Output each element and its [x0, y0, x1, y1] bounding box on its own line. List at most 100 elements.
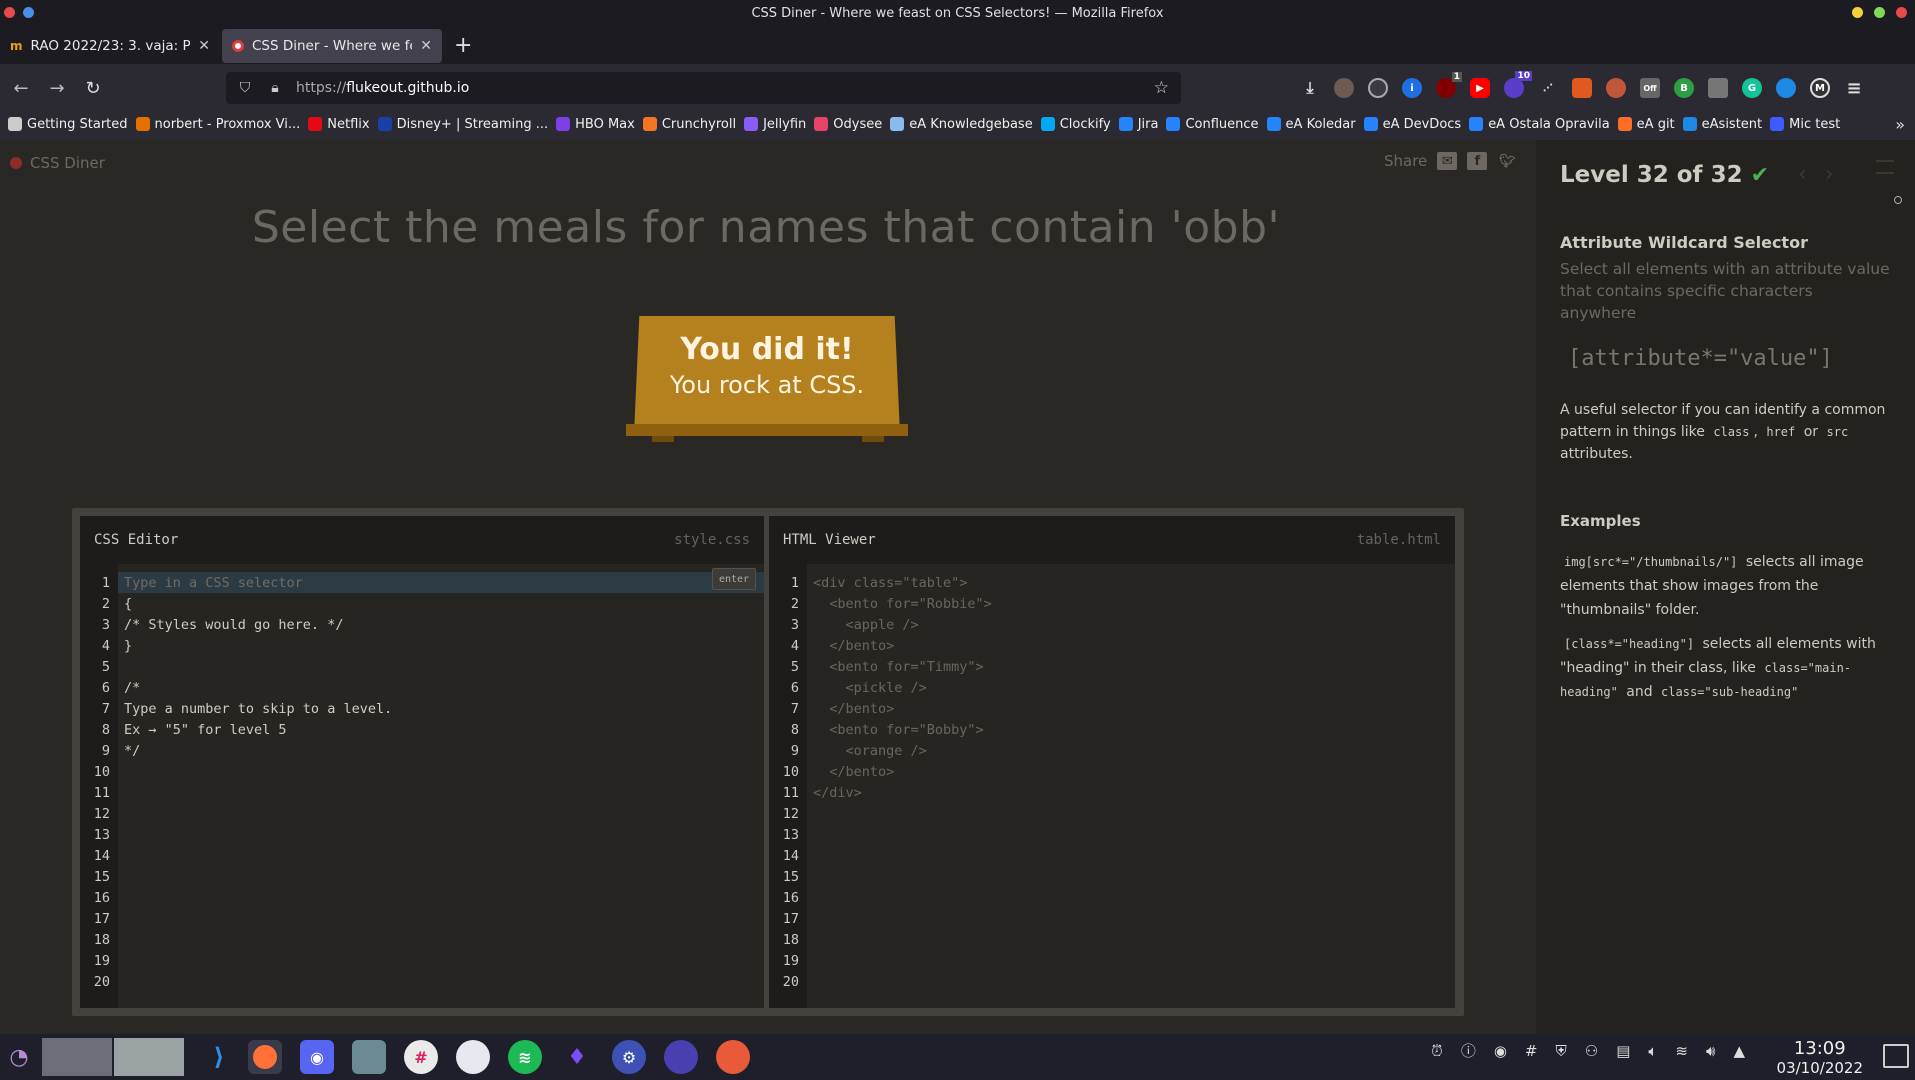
- youtube-icon[interactable]: ▶: [1470, 78, 1490, 98]
- wifi-icon[interactable]: ≋: [1675, 1042, 1688, 1060]
- back-icon[interactable]: ←: [6, 78, 36, 99]
- share-icon[interactable]: ⋰: [1538, 78, 1558, 98]
- slack-icon[interactable]: #: [404, 1040, 438, 1074]
- close-tab-icon[interactable]: ✕: [198, 38, 210, 54]
- extension-icon[interactable]: [1368, 78, 1388, 98]
- slack-tray-icon[interactable]: #: [1525, 1042, 1538, 1060]
- grid-icon[interactable]: [1708, 78, 1728, 98]
- bookmark-item[interactable]: eA Knowledgebase: [890, 117, 1033, 132]
- close-tab-icon[interactable]: ✕: [420, 38, 432, 54]
- files-icon[interactable]: [352, 1040, 386, 1074]
- netflix-icon: [308, 117, 323, 131]
- maximize-icon[interactable]: [1874, 7, 1885, 18]
- ublock-icon[interactable]: 1: [1436, 72, 1462, 98]
- brand[interactable]: CSS Diner: [10, 154, 105, 172]
- reload-icon[interactable]: ↻: [78, 78, 108, 99]
- volume-icon[interactable]: 🔈︎: [1648, 1042, 1657, 1060]
- line-text: /*: [124, 679, 141, 696]
- level-sidebar: Level 32 of 32 ✔ ‹ › Attribute Wildcard …: [1536, 140, 1915, 1034]
- bookmark-item[interactable]: Confluence: [1166, 117, 1259, 132]
- url-text[interactable]: https://flukeout.github.io: [296, 80, 469, 96]
- line-text: </bento>: [813, 763, 895, 780]
- vscode-icon[interactable]: ⟩: [202, 1040, 236, 1074]
- bookmark-item[interactable]: Mic test: [1770, 117, 1840, 132]
- bookmark-item[interactable]: Odysee: [814, 117, 882, 132]
- game-area: CSS Diner Share ✉ f 🐦︎ Select the meals …: [0, 140, 1532, 1034]
- profile-icon[interactable]: [1334, 78, 1354, 98]
- shield-icon[interactable]: ⛉: [234, 80, 256, 96]
- bookmark-item[interactable]: eAsistent: [1682, 117, 1762, 132]
- menu-icon[interactable]: ≡: [1844, 78, 1864, 99]
- close-icon[interactable]: [1896, 7, 1907, 18]
- bookmark-item[interactable]: Getting Started: [8, 117, 128, 132]
- password-icon[interactable]: i: [1402, 78, 1422, 98]
- obsidian-icon[interactable]: ♦: [560, 1040, 594, 1074]
- password-tray-icon[interactable]: ⓘ: [1461, 1040, 1476, 1061]
- workspace-2[interactable]: [114, 1038, 184, 1076]
- email-icon[interactable]: ✉: [1437, 152, 1458, 170]
- bookmark-item[interactable]: Netflix: [308, 117, 370, 132]
- next-level-icon[interactable]: ›: [1825, 162, 1834, 187]
- off-icon[interactable]: Off: [1640, 78, 1660, 98]
- tab-rao[interactable]: m RAO 2022/23: 3. vaja: Ponc ✕: [0, 29, 220, 63]
- minimize-icon[interactable]: [1852, 7, 1863, 18]
- grammarly-icon[interactable]: G: [1742, 78, 1762, 98]
- close-window-icon[interactable]: [4, 7, 15, 18]
- bookmark-item[interactable]: Jellyfin: [744, 117, 806, 132]
- twitter-icon[interactable]: 🐦︎: [1497, 152, 1517, 170]
- clock[interactable]: 13:09 03/10/2022: [1777, 1038, 1863, 1077]
- url-bar[interactable]: ⛉ 🔒︎ https://flukeout.github.io ☆: [226, 72, 1181, 104]
- b-icon[interactable]: B: [1674, 78, 1694, 98]
- speaker-icon[interactable]: 🔊︎: [1706, 1042, 1715, 1060]
- moon-icon[interactable]: [664, 1040, 698, 1074]
- download-icon[interactable]: ⤓: [1300, 78, 1320, 98]
- discord-tray-icon[interactable]: ◉: [1494, 1042, 1507, 1060]
- settings-icon[interactable]: ⚙: [612, 1040, 646, 1074]
- facebook-icon[interactable]: f: [1467, 152, 1488, 170]
- expand-tray-icon[interactable]: ▲: [1733, 1042, 1745, 1060]
- tab-bar: m RAO 2022/23: 3. vaja: Ponc ✕ CSS Diner…: [0, 26, 1915, 64]
- spotify-icon[interactable]: ≋: [508, 1040, 542, 1074]
- cleaner-icon[interactable]: [716, 1040, 750, 1074]
- m-icon[interactable]: M: [1810, 78, 1830, 98]
- level-menu-icon[interactable]: [1876, 160, 1894, 174]
- app-launcher-icon[interactable]: ◔: [2, 1040, 36, 1074]
- bookmark-item[interactable]: eA git: [1617, 117, 1675, 132]
- fox-icon[interactable]: [1572, 78, 1592, 98]
- tab-css-diner[interactable]: CSS Diner - Where we feast ✕: [222, 29, 442, 63]
- clipboard-icon[interactable]: ▤: [1616, 1042, 1630, 1060]
- circle-icon[interactable]: [1776, 78, 1796, 98]
- discord-icon[interactable]: ◉: [300, 1040, 334, 1074]
- line-number: 13: [93, 826, 110, 843]
- window-titlebar: CSS Diner - Where we feast on CSS Select…: [0, 0, 1915, 26]
- vpn-icon[interactable]: ⛨: [1556, 1042, 1567, 1060]
- show-desktop-icon[interactable]: [1883, 1044, 1909, 1068]
- code-line: 16: [769, 887, 1455, 908]
- dog-icon[interactable]: [1606, 78, 1626, 98]
- lock-icon[interactable]: 🔒︎: [264, 80, 286, 96]
- bookmark-item[interactable]: Crunchyroll: [642, 117, 736, 132]
- code-line: 3 <apple />: [769, 614, 1455, 635]
- workspace-1[interactable]: [42, 1038, 112, 1076]
- enter-button[interactable]: enter: [712, 568, 756, 590]
- bookmark-item[interactable]: Clockify: [1040, 117, 1111, 132]
- user-icon[interactable]: ⚇: [1585, 1042, 1598, 1060]
- new-tab-icon[interactable]: +: [454, 33, 472, 58]
- bookmark-item[interactable]: Jira: [1118, 117, 1158, 132]
- badge-icon[interactable]: 10: [1504, 71, 1532, 98]
- bookmark-item[interactable]: eA DevDocs: [1363, 117, 1461, 132]
- bookmark-item[interactable]: norbert - Proxmox Vi...: [135, 117, 300, 132]
- bookmark-item[interactable]: HBO Max: [556, 117, 635, 132]
- bookmark-star-icon[interactable]: ☆: [1154, 78, 1169, 98]
- bookmark-item[interactable]: eA Ostala Opravila: [1469, 117, 1610, 132]
- alarm-icon[interactable]: ⏰︎: [1431, 1042, 1443, 1060]
- pin-window-icon[interactable]: [23, 7, 34, 18]
- firefox-icon[interactable]: [248, 1040, 282, 1074]
- color-picker-icon[interactable]: [456, 1040, 490, 1074]
- previous-level-icon[interactable]: ‹: [1798, 162, 1807, 187]
- forward-icon[interactable]: →: [42, 78, 72, 99]
- bookmark-item[interactable]: Disney+ | Streaming ...: [377, 117, 548, 132]
- bookmark-item[interactable]: eA Koledar: [1266, 117, 1356, 132]
- more-bookmarks-icon[interactable]: »: [1895, 115, 1905, 134]
- css-selector-input[interactable]: [124, 572, 684, 593]
